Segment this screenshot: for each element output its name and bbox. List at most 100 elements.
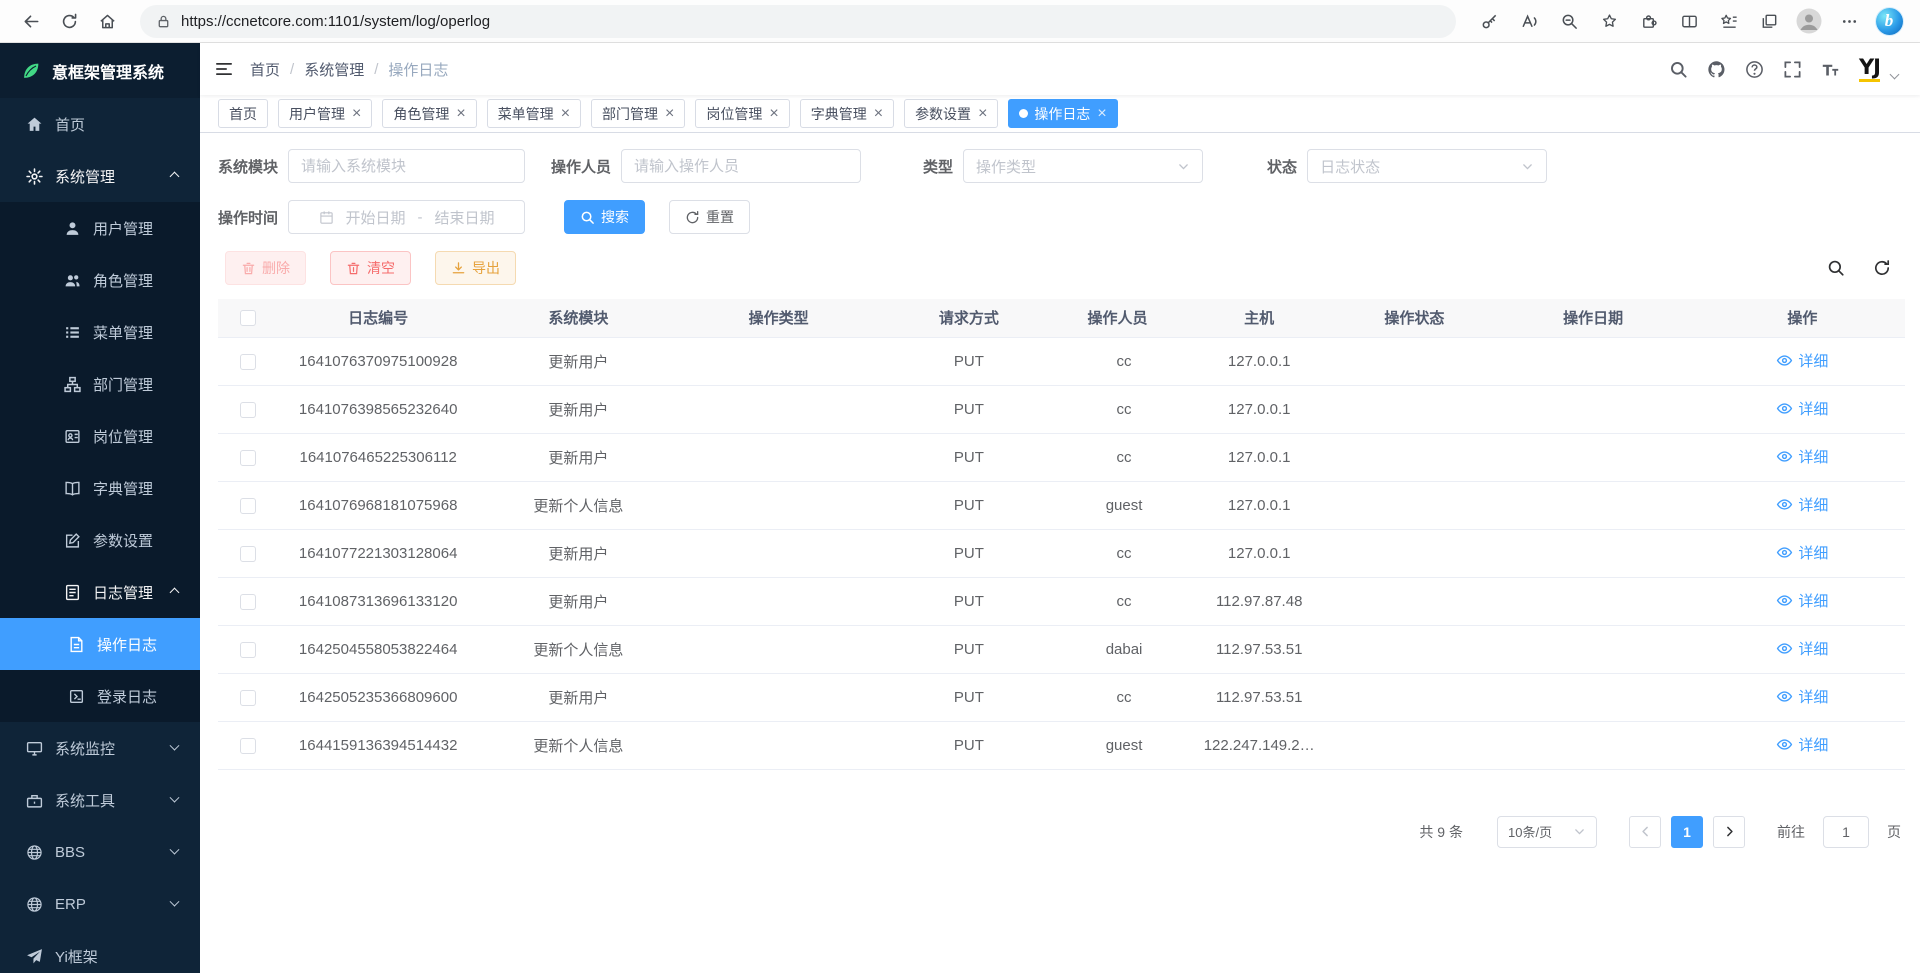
sidebar-item-post-mgmt[interactable]: 岗位管理 [0, 410, 200, 462]
detail-link[interactable]: 详细 [1776, 446, 1828, 467]
row-checkbox[interactable] [240, 642, 256, 658]
close-icon[interactable]: × [665, 106, 674, 122]
column-header-date[interactable]: 操作日期 [1499, 299, 1699, 337]
zoom-out-icon[interactable] [1552, 4, 1586, 38]
search-icon[interactable] [1669, 60, 1688, 79]
sidebar-item-param-settings[interactable]: 参数设置 [0, 514, 200, 566]
breadcrumb-item[interactable]: 首页 [250, 59, 280, 80]
sidebar-item-yi-framework[interactable]: Yi框架 [0, 930, 200, 973]
clear-button[interactable]: 清空 [330, 251, 411, 285]
close-icon[interactable]: × [352, 106, 361, 122]
delete-button[interactable]: 删除 [225, 251, 306, 285]
tab-post-mgmt[interactable]: 岗位管理× [695, 99, 789, 128]
row-checkbox[interactable] [240, 498, 256, 514]
search-button[interactable]: 搜索 [564, 200, 645, 234]
select-all-checkbox[interactable] [240, 310, 256, 326]
github-icon[interactable] [1707, 60, 1726, 79]
sort-caret-icon[interactable] [1628, 310, 1636, 328]
sidebar-item-system-mgmt[interactable]: 系统管理 [0, 150, 200, 202]
tab-dept-mgmt[interactable]: 部门管理× [591, 99, 685, 128]
column-header-operator[interactable]: 操作人员 [1059, 299, 1189, 337]
reload-button[interactable] [52, 4, 86, 38]
collections-icon[interactable] [1752, 4, 1786, 38]
back-button[interactable] [14, 4, 48, 38]
close-icon[interactable]: × [978, 106, 987, 122]
sidebar-item-log-mgmt[interactable]: 日志管理 [0, 566, 200, 618]
close-icon[interactable]: × [561, 106, 570, 122]
tree-icon [64, 376, 81, 393]
row-checkbox[interactable] [240, 546, 256, 562]
detail-link[interactable]: 详细 [1776, 686, 1828, 707]
sidebar-item-login-log[interactable]: 登录日志 [0, 670, 200, 722]
status-select[interactable]: 日志状态 [1307, 149, 1547, 183]
tab-oper-log[interactable]: 操作日志× [1008, 99, 1117, 128]
prev-page-button[interactable] [1629, 816, 1661, 848]
row-checkbox[interactable] [240, 594, 256, 610]
sidebar-item-oper-log[interactable]: 操作日志 [0, 618, 200, 670]
close-icon[interactable]: × [456, 106, 465, 122]
page-size-select[interactable]: 10条/页 [1497, 816, 1597, 848]
row-checkbox[interactable] [240, 690, 256, 706]
app-logo[interactable]: 意框架管理系统 [0, 43, 200, 98]
detail-link[interactable]: 详细 [1776, 350, 1828, 371]
tab-dict-mgmt[interactable]: 字典管理× [800, 99, 894, 128]
sidebar-item-home[interactable]: 首页 [0, 98, 200, 150]
row-checkbox[interactable] [240, 354, 256, 370]
detail-link[interactable]: 详细 [1776, 494, 1828, 515]
export-button[interactable]: 导出 [435, 251, 516, 285]
more-options-icon[interactable] [1832, 4, 1866, 38]
tab-user-mgmt[interactable]: 用户管理× [278, 99, 372, 128]
read-aloud-icon[interactable] [1512, 4, 1546, 38]
address-bar[interactable]: https://ccnetcore.com:1101/system/log/op… [140, 5, 1456, 38]
tab-role-mgmt[interactable]: 角色管理× [382, 99, 476, 128]
browser-home-button[interactable] [90, 4, 124, 38]
user-logo[interactable]: YJ [1859, 56, 1880, 82]
current-page-button[interactable]: 1 [1671, 816, 1703, 848]
detail-link[interactable]: 详细 [1776, 638, 1828, 659]
row-checkbox[interactable] [240, 402, 256, 418]
close-icon[interactable]: × [1097, 106, 1106, 122]
operator-input[interactable] [621, 149, 861, 183]
goto-page-input[interactable] [1823, 816, 1869, 848]
sidebar-item-dict-mgmt[interactable]: 字典管理 [0, 462, 200, 514]
close-icon[interactable]: × [769, 106, 778, 122]
favorites-bar-icon[interactable] [1712, 4, 1746, 38]
fullscreen-icon[interactable] [1783, 60, 1802, 79]
detail-link[interactable]: 详细 [1776, 398, 1828, 419]
next-page-button[interactable] [1713, 816, 1745, 848]
sidebar-item-role-mgmt[interactable]: 角色管理 [0, 254, 200, 306]
type-select[interactable]: 操作类型 [963, 149, 1203, 183]
sidebar-item-dept-mgmt[interactable]: 部门管理 [0, 358, 200, 410]
hamburger-icon[interactable] [214, 59, 234, 79]
help-icon[interactable] [1745, 60, 1764, 79]
refresh-table-icon[interactable] [1873, 259, 1891, 277]
extension-icon[interactable] [1632, 4, 1666, 38]
tab-home[interactable]: 首页 [218, 99, 268, 128]
sidebar-item-user-mgmt[interactable]: 用户管理 [0, 202, 200, 254]
module-input[interactable] [288, 149, 525, 183]
detail-link[interactable]: 详细 [1776, 590, 1828, 611]
sidebar-item-menu-mgmt[interactable]: 菜单管理 [0, 306, 200, 358]
row-checkbox[interactable] [240, 738, 256, 754]
sidebar-item-system-tools[interactable]: 系统工具 [0, 774, 200, 826]
tab-menu-mgmt[interactable]: 菜单管理× [487, 99, 581, 128]
sort-caret-icon[interactable] [1153, 310, 1161, 328]
breadcrumb-item[interactable]: 系统管理 [304, 59, 364, 80]
split-screen-icon[interactable] [1672, 4, 1706, 38]
show-search-toggle-icon[interactable] [1827, 259, 1845, 277]
tab-param-settings[interactable]: 参数设置× [904, 99, 998, 128]
detail-link[interactable]: 详细 [1776, 734, 1828, 755]
row-checkbox[interactable] [240, 450, 256, 466]
sidebar-item-erp[interactable]: ERP [0, 878, 200, 930]
close-icon[interactable]: × [874, 106, 883, 122]
password-key-icon[interactable] [1472, 4, 1506, 38]
add-favorite-star-icon[interactable] [1592, 4, 1626, 38]
reset-button[interactable]: 重置 [669, 200, 750, 234]
profile-avatar[interactable] [1792, 4, 1826, 38]
sidebar-item-bbs[interactable]: BBS [0, 826, 200, 878]
font-size-icon[interactable] [1821, 60, 1840, 79]
bing-copilot-icon[interactable]: b [1872, 4, 1906, 38]
sidebar-item-system-monitor[interactable]: 系统监控 [0, 722, 200, 774]
detail-link[interactable]: 详细 [1776, 542, 1828, 563]
date-range-picker[interactable]: 开始日期 - 结束日期 [288, 200, 525, 234]
